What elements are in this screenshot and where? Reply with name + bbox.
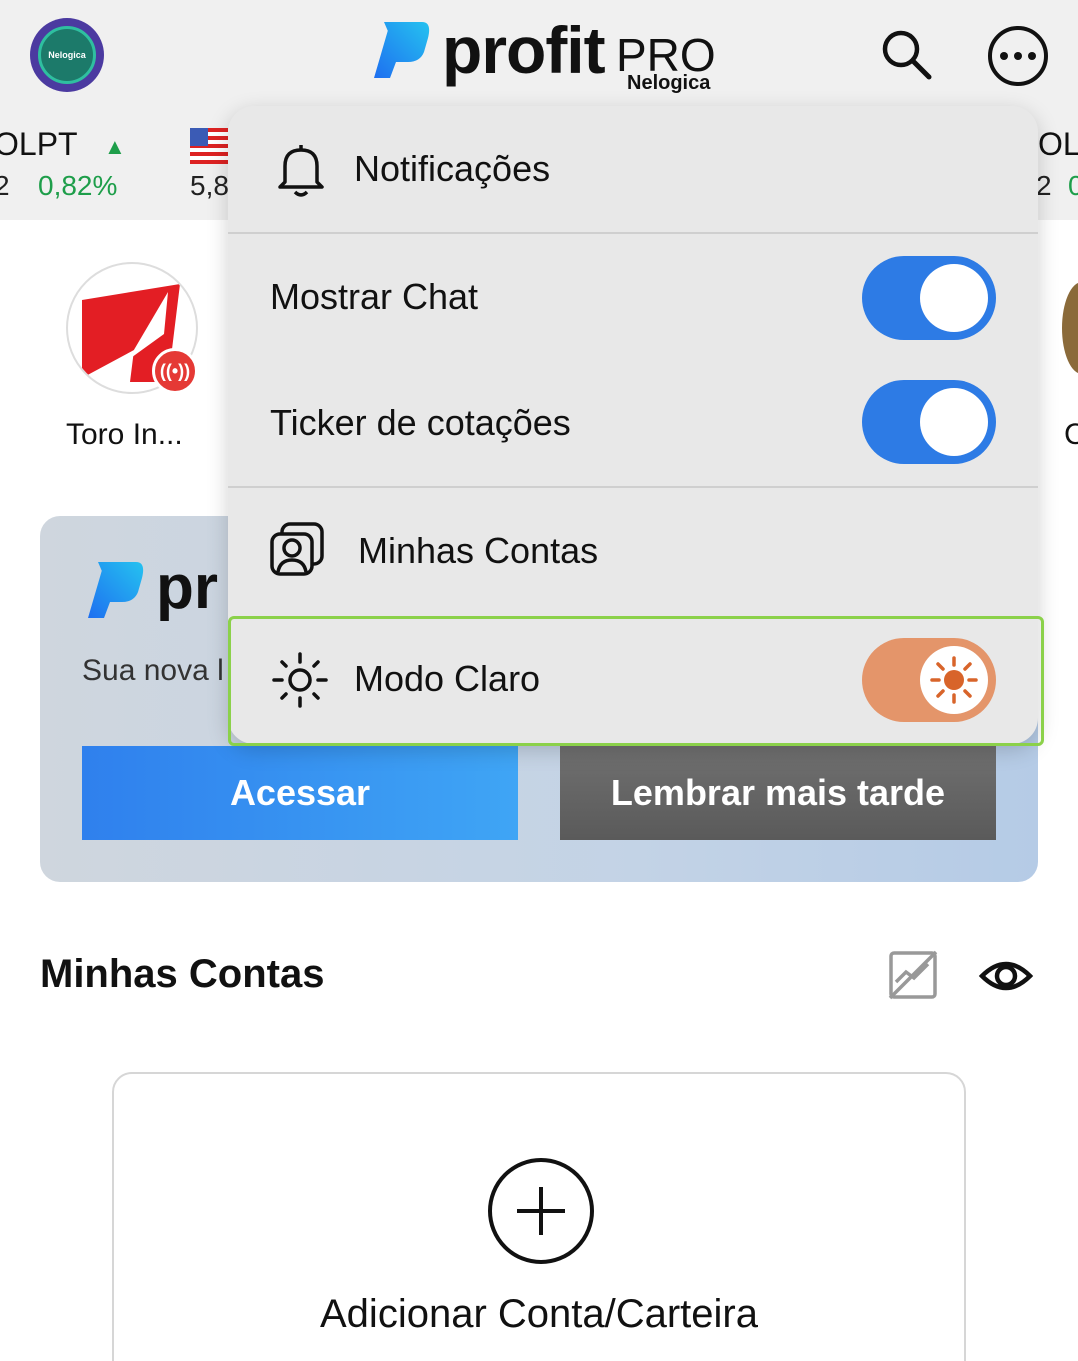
menu-item-notifications[interactable]: Notificações (228, 106, 1038, 232)
profile-avatar[interactable]: Nelogica (30, 18, 104, 92)
ticker-symbol: OLPT (0, 126, 78, 162)
access-button[interactable]: Acessar (82, 746, 518, 840)
us-flag-icon (190, 128, 228, 164)
menu-label-my-accounts: Minhas Contas (358, 530, 599, 571)
avatar-text: Nelogica (48, 50, 86, 60)
toggle-knob-sun (920, 646, 988, 714)
menu-label-show-chat: Mostrar Chat (270, 276, 479, 317)
logo-p-icon (374, 22, 430, 78)
menu-item-show-chat[interactable]: Mostrar Chat (228, 234, 1038, 360)
menu-item-ticker[interactable]: Ticker de cotações (228, 360, 1038, 486)
promo-text: Sua nova l (82, 654, 224, 687)
add-account-label: Adicionar Conta/Carteira (320, 1292, 758, 1336)
toggle-knob (920, 388, 988, 456)
ticker-price-right: 2 (1036, 170, 1052, 201)
show-chat-toggle[interactable] (862, 256, 996, 340)
add-plus-icon[interactable] (488, 1158, 594, 1264)
ticker-toggle[interactable] (862, 380, 996, 464)
ticker-change: 0,82% (38, 170, 118, 201)
options-menu: Notificações Mostrar Chat Ticker de cota… (228, 106, 1038, 744)
ticker-price-usd: 5,8 (190, 170, 229, 201)
light-mode-toggle[interactable] (862, 638, 996, 722)
story-partial[interactable] (1062, 282, 1078, 374)
logo-word: profit (442, 13, 606, 87)
menu-item-light-mode[interactable]: Modo Claro (228, 616, 1038, 744)
avatar-badge: Nelogica (38, 26, 96, 84)
ticker-symbol-right[interactable]: OL (1038, 126, 1078, 163)
more-options-button[interactable] (988, 26, 1048, 86)
more-dot-icon (1028, 52, 1036, 60)
ticker-price: 2 (0, 170, 10, 201)
accounts-icon (270, 522, 324, 576)
menu-item-my-accounts[interactable]: Minhas Contas (228, 488, 1038, 614)
ticker-item-left[interactable]: OLPT ▲ 2 0,82% (0, 126, 144, 206)
chart-off-icon[interactable] (886, 948, 940, 1002)
more-dot-icon (1000, 52, 1008, 60)
remind-later-button[interactable]: Lembrar mais tarde (560, 746, 996, 840)
menu-label-notifications: Notificações (354, 148, 551, 189)
search-icon (882, 30, 932, 80)
toggle-knob (920, 264, 988, 332)
live-broadcast-icon: ((•)) (152, 348, 198, 394)
menu-label-ticker: Ticker de cotações (270, 402, 571, 443)
ticker-up-arrow-icon: ▲ (104, 134, 126, 159)
story-label: Toro In... (66, 418, 183, 451)
ticker-change-right: 0 (1068, 170, 1078, 201)
sun-icon (272, 652, 328, 708)
accounts-section-title: Minhas Contas (40, 952, 325, 996)
search-button[interactable] (878, 26, 934, 82)
profit-pro-logo: profit PRO Nelogica (370, 12, 730, 102)
eye-icon[interactable] (978, 950, 1034, 1002)
logo-subtitle: Nelogica (627, 72, 711, 94)
menu-label-light-mode: Modo Claro (354, 658, 541, 699)
story-label-right: C (1064, 418, 1078, 451)
more-dot-icon (1014, 52, 1022, 60)
promo-logo-word: pr (156, 553, 218, 622)
bell-icon (278, 145, 324, 197)
add-account-card[interactable]: Adicionar Conta/Carteira (112, 1072, 966, 1361)
sun-knob-icon (930, 656, 978, 704)
promo-logo-p-icon (88, 562, 144, 618)
